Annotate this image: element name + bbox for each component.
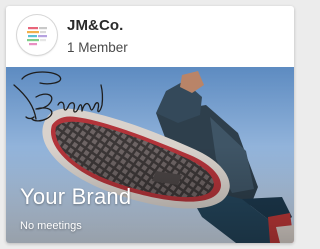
cover-image[interactable]: Your Brand No meetings xyxy=(6,67,294,243)
card-header: JM&Co. 1 Member xyxy=(6,6,294,67)
brand-title: Your Brand xyxy=(20,184,132,209)
group-name[interactable]: JM&Co. xyxy=(67,17,123,34)
member-count: 1 Member xyxy=(67,40,128,55)
group-card[interactable]: JM&Co. 1 Member Your Brand No meetings xyxy=(6,6,294,243)
jm-co-logo-icon[interactable] xyxy=(17,15,57,55)
brand-signature-icon xyxy=(13,71,104,122)
meeting-status: No meetings xyxy=(20,220,82,232)
